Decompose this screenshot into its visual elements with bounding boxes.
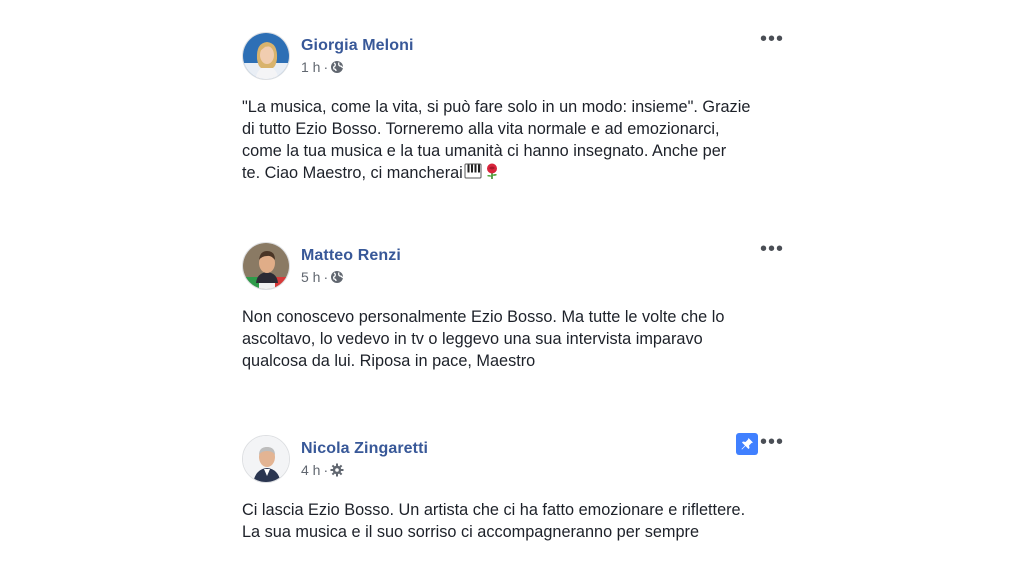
post-matteo-renzi: Matteo Renzi 5 h · ••• Non conoscevo per… <box>242 239 802 372</box>
post-meta: 4 h · <box>301 462 344 478</box>
post-body: Non conoscevo personalmente Ezio Bosso. … <box>242 308 725 370</box>
post-nicola-zingaretti: Nicola Zingaretti 4 h · ••• Ci lascia Ez… <box>242 432 802 543</box>
post-body: Ci lascia Ezio Bosso. Un artista che ci … <box>242 501 746 541</box>
piano-emoji <box>464 162 482 186</box>
timestamp[interactable]: 5 h <box>301 269 320 285</box>
more-options-button[interactable]: ••• <box>760 239 784 259</box>
post-meta: 5 h · <box>301 269 344 285</box>
gear-icon[interactable] <box>330 463 344 477</box>
author-name[interactable]: Giorgia Meloni <box>301 37 414 55</box>
author-name[interactable]: Nicola Zingaretti <box>301 440 428 458</box>
avatar[interactable] <box>242 32 290 80</box>
separator-dot: · <box>323 59 329 75</box>
timestamp[interactable]: 1 h <box>301 59 320 75</box>
post-header: Matteo Renzi 5 h · ••• <box>242 239 802 294</box>
pin-icon[interactable] <box>736 433 758 455</box>
avatar[interactable] <box>242 242 290 290</box>
separator-dot: · <box>323 462 329 478</box>
globe-icon[interactable] <box>330 270 344 284</box>
post-header: Giorgia Meloni 1 h · ••• <box>242 29 802 84</box>
post-meta: 1 h · <box>301 59 344 75</box>
rose-emoji <box>483 162 501 186</box>
more-options-button[interactable]: ••• <box>760 29 784 49</box>
post-text: "La musica, come la vita, si può fare so… <box>242 96 802 186</box>
separator-dot: · <box>323 269 329 285</box>
post-header: Nicola Zingaretti 4 h · ••• <box>242 432 802 487</box>
more-options-button[interactable]: ••• <box>760 432 784 452</box>
post-text: Non conoscevo personalmente Ezio Bosso. … <box>242 306 802 372</box>
post-text: Ci lascia Ezio Bosso. Un artista che ci … <box>242 499 802 543</box>
post-giorgia-meloni: Giorgia Meloni 1 h · ••• "La musica, com… <box>242 29 802 186</box>
avatar[interactable] <box>242 435 290 483</box>
timestamp[interactable]: 4 h <box>301 462 320 478</box>
author-name[interactable]: Matteo Renzi <box>301 247 401 265</box>
globe-icon[interactable] <box>330 60 344 74</box>
